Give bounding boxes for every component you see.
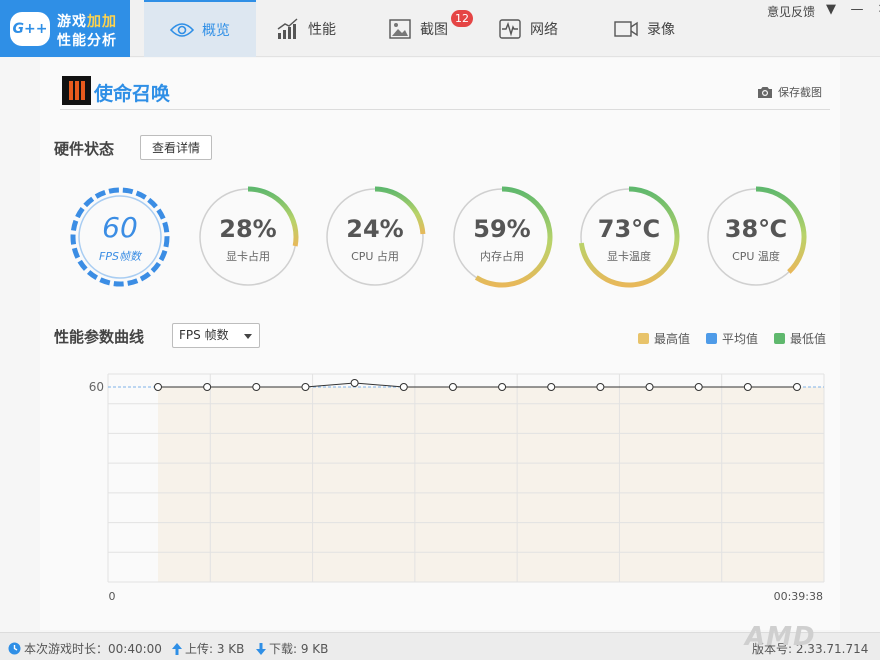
gauge-label: 显卡温度	[607, 250, 651, 263]
gauge-label: 内存占用	[480, 250, 524, 263]
fps-point	[498, 383, 507, 391]
clock-icon	[8, 642, 21, 655]
gauge-value: 28%	[219, 215, 277, 243]
hardware-status-heading: 硬件状态	[54, 140, 115, 158]
fps-point	[399, 383, 408, 391]
fps-point	[547, 383, 556, 391]
minimize-icon[interactable]: —	[850, 2, 864, 17]
gauge-value: 38℃	[724, 215, 788, 243]
gauge-value: 24%	[346, 215, 404, 243]
pulse-icon	[499, 18, 521, 39]
game-logo	[62, 76, 91, 105]
amd-watermark: AMD	[745, 622, 816, 652]
fps-value: 60	[102, 211, 138, 244]
game-title: 使命召唤	[94, 83, 171, 105]
fps-line-chart: 60 0 00:39:38	[89, 373, 825, 603]
memory-usage-gauge: 59% 内存占用	[450, 185, 554, 289]
logo-title-line2: 性能分析	[57, 33, 117, 49]
cpu-temp-gauge: 38℃ CPU 温度	[704, 185, 808, 289]
tab-recording[interactable]: 录像	[613, 0, 675, 57]
window-controls: ▼ — ✕	[824, 2, 880, 17]
fps-point	[252, 383, 261, 391]
top-bar: G++ 游戏加加 性能分析 概览 性能 截图 12 网络 录像 意见反馈 ▼ —	[0, 0, 880, 57]
x-tick-start: 0	[109, 590, 116, 603]
arrow-down-icon	[256, 642, 266, 655]
arrow-up-icon	[172, 642, 182, 655]
save-screenshot-button[interactable]: 保存截图	[757, 84, 822, 100]
fps-point	[203, 383, 212, 391]
chevron-down-icon	[244, 334, 252, 339]
gpu-temp-gauge: 73℃ 显卡温度	[577, 185, 681, 289]
tab-overview[interactable]: 概览	[144, 0, 256, 57]
save-screenshot-label: 保存截图	[778, 86, 822, 99]
legend-max-swatch	[637, 333, 649, 344]
tab-label: 录像	[647, 21, 675, 38]
fps-point	[743, 383, 752, 391]
gauge-label: CPU 温度	[732, 250, 780, 263]
game-header: 使命召唤 保存截图	[60, 76, 830, 110]
camera-icon	[758, 86, 772, 98]
performance-curve-heading: 性能参数曲线	[54, 328, 145, 346]
gauge-value: 59%	[473, 215, 531, 243]
fps-point	[645, 383, 654, 391]
fps-point	[448, 383, 457, 391]
y-tick-label: 60	[89, 380, 104, 394]
gauge-label: CPU 占用	[351, 250, 399, 263]
app-logo: G++ 游戏加加 性能分析	[0, 0, 130, 57]
tab-network[interactable]: 网络	[498, 0, 558, 57]
tab-screenshots[interactable]: 截图	[388, 0, 448, 57]
chart-legend: 最高值 平均值 最低值	[637, 330, 826, 347]
fps-label: FPS帧数	[99, 250, 141, 263]
legend-min-swatch	[773, 333, 785, 344]
fps-gauge: 60 FPS帧数	[68, 185, 172, 289]
tab-label: 截图	[420, 21, 448, 38]
app-window: G++ 游戏加加 性能分析 概览 性能 截图 12 网络 录像 意见反馈 ▼ —	[0, 0, 880, 660]
view-details-button[interactable]: 查看详情	[140, 135, 212, 160]
gauge-label: 显卡占用	[226, 250, 270, 263]
tab-label: 网络	[530, 21, 558, 38]
x-tick-end: 00:39:38	[774, 590, 823, 603]
gpu-usage-gauge: 28% 显卡占用	[196, 185, 300, 289]
tab-performance[interactable]: 性能	[276, 0, 336, 57]
feedback-link[interactable]: 意见反馈	[767, 3, 815, 20]
tab-label: 性能	[308, 21, 336, 38]
fps-point	[596, 383, 605, 391]
video-icon	[614, 20, 638, 37]
fps-point	[694, 383, 703, 391]
fps-point	[793, 383, 801, 391]
cpu-usage-gauge: 24% CPU 占用	[323, 185, 427, 289]
legend-min: 最低值	[773, 330, 826, 347]
gauge-value: 73℃	[597, 215, 661, 243]
fps-point	[301, 383, 310, 391]
logo-badge: G++	[10, 12, 50, 46]
bar-chart-icon	[277, 17, 298, 39]
logo-title-line1: 游戏加加	[57, 14, 117, 30]
image-icon	[389, 18, 411, 39]
tab-label: 概览	[202, 22, 230, 39]
close-icon[interactable]: ✕	[876, 2, 880, 17]
download-stat: 下载: 9 KB	[256, 640, 328, 657]
eye-icon	[170, 22, 194, 37]
play-time: 本次游戏时长：00:40:00	[8, 640, 162, 657]
metric-select[interactable]: FPS 帧数	[172, 323, 260, 348]
legend-avg-swatch	[705, 333, 717, 344]
fps-point	[154, 383, 162, 391]
legend-avg: 平均值	[705, 330, 758, 347]
metric-select-value: FPS 帧数	[179, 328, 229, 342]
menu-dropdown-icon[interactable]: ▼	[824, 2, 838, 17]
legend-max: 最高值	[637, 330, 690, 347]
screenshot-count-badge: 12	[451, 10, 473, 27]
fps-point	[350, 379, 359, 387]
upload-stat: 上传: 3 KB	[172, 640, 244, 657]
